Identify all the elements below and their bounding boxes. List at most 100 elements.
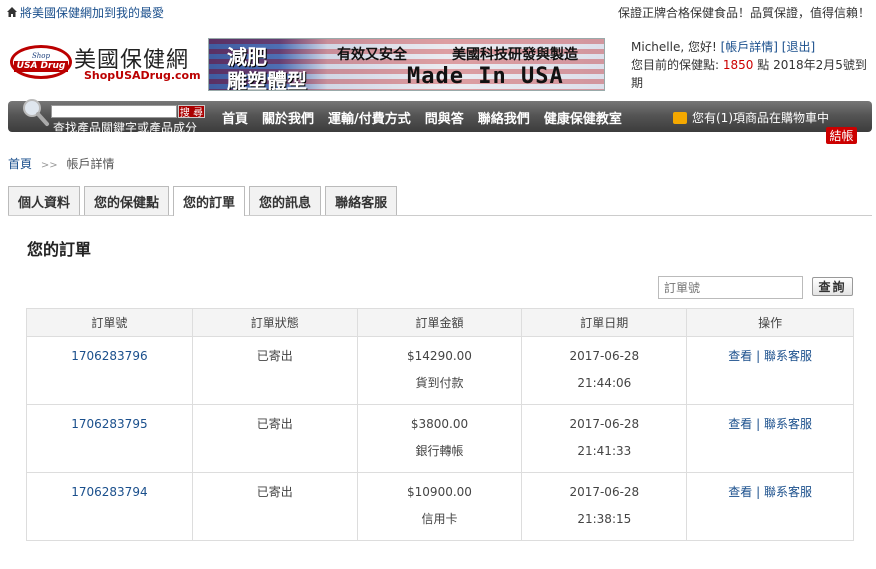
view-order-link[interactable]: 查看: [728, 417, 752, 431]
logo-url: ShopUSADrug.com: [84, 69, 201, 82]
tab-messages[interactable]: 您的訊息: [249, 186, 322, 215]
breadcrumb: 首頁 >> 帳戶詳情: [8, 155, 114, 172]
logo-badge-top: Shop: [32, 51, 50, 60]
order-status: 已寄出: [256, 349, 293, 363]
cart-icon: [673, 111, 687, 124]
account-details-link[interactable]: [帳戶詳情]: [721, 40, 778, 54]
table-row: 1706283796 已寄出 $14290.00 貨到付款 2017-06-28 2…: [26, 336, 854, 405]
col-amount: 訂單金額: [356, 308, 523, 337]
add-favorite-link[interactable]: 將美國保健網加到我的最愛: [7, 4, 164, 21]
nav-item-contact[interactable]: 聯絡我們: [478, 108, 530, 127]
banner-tag2: 美國科技研發與製造: [452, 47, 578, 63]
tab-points[interactable]: 您的保健點: [84, 186, 170, 215]
section-title: 您的訂單: [27, 240, 92, 259]
view-order-link[interactable]: 查看: [728, 349, 752, 363]
order-time: 21:41:33: [577, 444, 632, 458]
user-greeting: Michelle, 您好!: [631, 40, 717, 54]
banner-made: Made In USA: [407, 64, 564, 89]
nav-item-about[interactable]: 關於我們: [262, 108, 314, 127]
action-separator: |: [756, 349, 761, 363]
contact-support-link[interactable]: 聯系客服: [764, 485, 812, 499]
points-value: 1850: [722, 58, 754, 72]
site-logo[interactable]: Shop USA Drug 美國保健網 ShopUSADrug.com: [10, 42, 201, 84]
order-search-button[interactable]: 查詢: [812, 277, 853, 296]
order-status: 已寄出: [256, 485, 293, 499]
nav-item-shipping[interactable]: 運輸/付費方式: [328, 108, 411, 127]
order-date: 2017-06-28: [569, 485, 640, 499]
date-cell: 2017-06-28 21:41:33: [521, 404, 688, 473]
amount-cell: $14290.00 貨到付款: [356, 336, 523, 405]
order-id-link[interactable]: 1706283794: [27, 485, 192, 499]
status-cell: 已寄出: [191, 336, 358, 405]
logo-badge-bottom: USA Drug: [13, 60, 69, 72]
contact-support-link[interactable]: 聯系客服: [764, 349, 812, 363]
nav-item-health[interactable]: 健康保健教室: [544, 108, 622, 127]
table-row: 1706283795 已寄出 $3800.00 銀行轉帳 2017-06-28 21…: [26, 404, 854, 473]
order-id-cell: 1706283794: [26, 472, 193, 541]
actions-cell: 查看 | 聯系客服: [686, 472, 854, 541]
home-icon: [7, 7, 17, 17]
product-search-input[interactable]: [51, 105, 177, 118]
magnifier-icon: [23, 99, 49, 126]
breadcrumb-home[interactable]: 首頁: [8, 157, 32, 171]
view-order-link[interactable]: 查看: [728, 485, 752, 499]
col-status: 訂單狀態: [191, 308, 358, 337]
tab-profile[interactable]: 個人資料: [8, 186, 81, 215]
logo-badge: Shop USA Drug: [10, 45, 72, 79]
status-cell: 已寄出: [191, 404, 358, 473]
contact-support-link[interactable]: 聯系客服: [764, 417, 812, 431]
banner-tag1: 有效又安全: [337, 47, 407, 63]
order-date: 2017-06-28: [569, 349, 640, 363]
tab-support[interactable]: 聯絡客服: [325, 186, 398, 215]
orders-table: 訂單號 訂單狀態 訂單金額 訂單日期 操作 1706283796 已寄出 $14…: [26, 308, 854, 541]
points-prefix: 您目前的保健點:: [631, 58, 720, 72]
main-nav: 搜 尋 查找產品關鍵字或產品成分 首頁 關於我們 運輸/付費方式 問與答 聯絡我…: [8, 99, 872, 135]
user-box: Michelle, 您好! [帳戶詳情] [退出] 您目前的保健點: 1850 …: [631, 38, 871, 92]
logout-link[interactable]: [退出]: [782, 40, 815, 54]
site-header: Shop USA Drug 美國保健網 ShopUSADrug.com 減肥 雕…: [0, 34, 876, 96]
col-date: 訂單日期: [521, 308, 688, 337]
breadcrumb-current: 帳戶詳情: [66, 157, 115, 171]
col-order-id: 訂單號: [26, 308, 193, 337]
promo-banner[interactable]: 減肥 雕塑體型 有效又安全 美國科技研發與製造 Made In USA: [208, 38, 605, 91]
col-actions: 操作: [686, 308, 854, 337]
order-id-link[interactable]: 1706283795: [27, 417, 192, 431]
order-number-input[interactable]: [658, 276, 803, 299]
payment-method: 信用卡: [421, 512, 458, 526]
cart-text[interactable]: 您有(1)項商品在購物車中: [692, 109, 829, 126]
action-separator: |: [756, 485, 761, 499]
add-favorite-label[interactable]: 將美國保健網加到我的最愛: [20, 4, 164, 21]
action-separator: |: [756, 417, 761, 431]
cart-summary[interactable]: 您有(1)項商品在購物車中: [673, 109, 829, 126]
payment-method: 貨到付款: [415, 376, 464, 390]
breadcrumb-separator: >>: [40, 160, 58, 171]
order-id-cell: 1706283796: [26, 336, 193, 405]
nav-item-faq[interactable]: 問與答: [425, 108, 464, 127]
banner-line2: 雕塑體型: [227, 69, 307, 91]
status-cell: 已寄出: [191, 472, 358, 541]
order-date: 2017-06-28: [569, 417, 640, 431]
actions-cell: 查看 | 聯系客服: [686, 404, 854, 473]
order-id-link[interactable]: 1706283796: [27, 349, 192, 363]
search-hint: 查找產品關鍵字或產品成分: [53, 121, 198, 135]
actions-cell: 查看 | 聯系客服: [686, 336, 854, 405]
order-id-cell: 1706283795: [26, 404, 193, 473]
tab-orders[interactable]: 您的訂單: [173, 186, 246, 216]
order-time: 21:44:06: [577, 376, 632, 390]
amount-cell: $10900.00 信用卡: [356, 472, 523, 541]
table-row: 1706283794 已寄出 $10900.00 信用卡 2017-06-28 21…: [26, 472, 854, 541]
order-amount: $14290.00: [407, 349, 472, 363]
order-amount: $10900.00: [407, 485, 472, 499]
site-slogan: 保證正牌合格保健食品！品質保證，值得信賴！: [617, 5, 870, 20]
account-tabs: 個人資料 您的保健點 您的訂單 您的訊息 聯絡客服: [8, 186, 872, 216]
payment-method: 銀行轉帳: [415, 444, 464, 458]
nav-items: 首頁 關於我們 運輸/付費方式 問與答 聯絡我們 健康保健教室: [222, 108, 622, 127]
order-time: 21:38:15: [577, 512, 632, 526]
date-cell: 2017-06-28 21:44:06: [521, 336, 688, 405]
product-search-button[interactable]: 搜 尋: [178, 105, 205, 119]
date-cell: 2017-06-28 21:38:15: [521, 472, 688, 541]
checkout-button[interactable]: 結帳: [826, 127, 857, 144]
order-amount: $3800.00: [410, 417, 469, 431]
nav-item-home[interactable]: 首頁: [222, 108, 248, 127]
amount-cell: $3800.00 銀行轉帳: [356, 404, 523, 473]
